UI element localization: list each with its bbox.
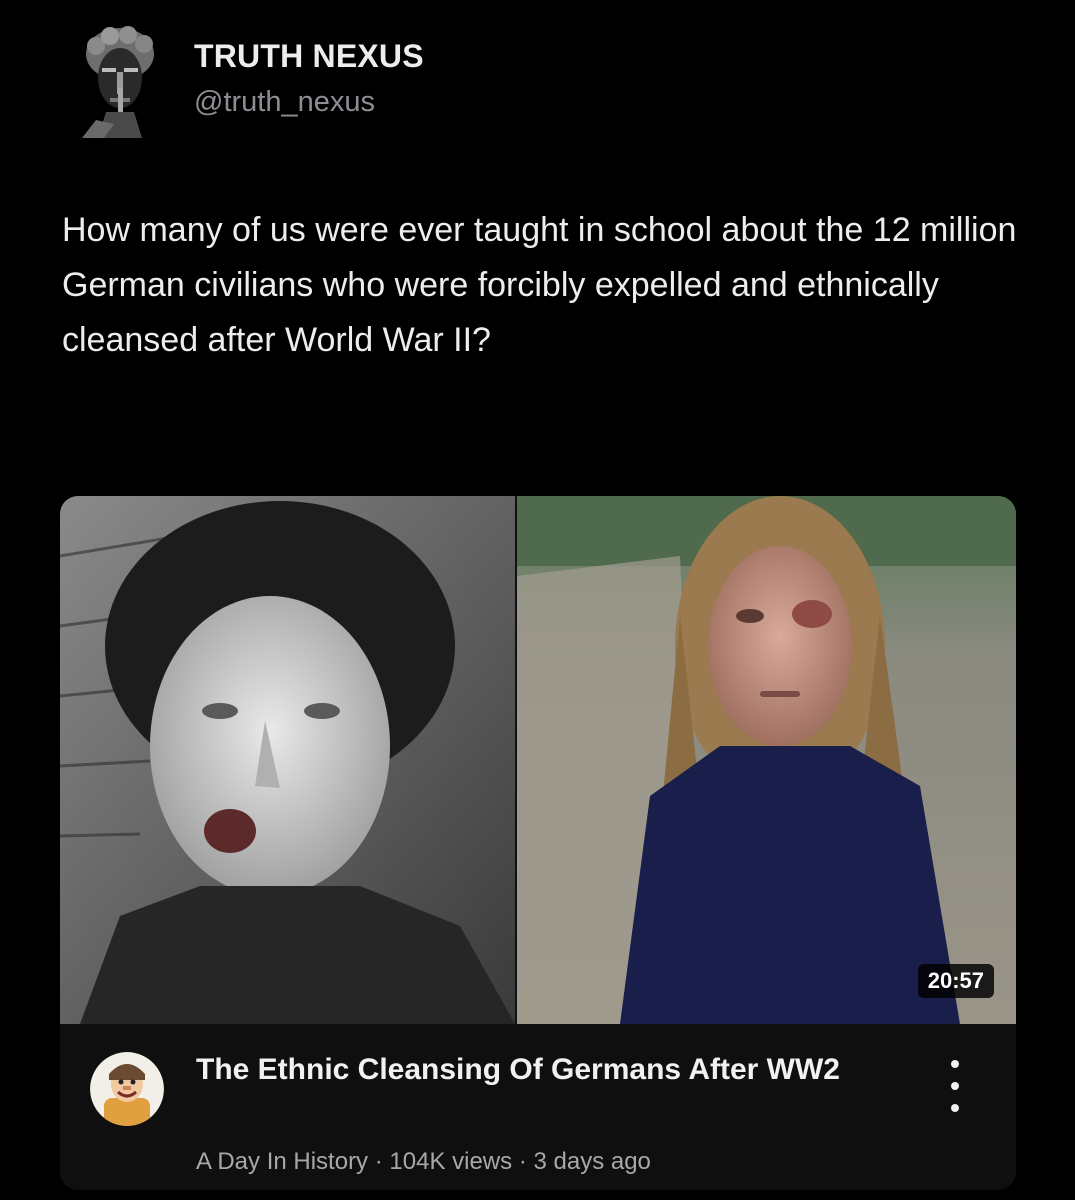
author-handle[interactable]: @truth_nexus xyxy=(194,86,375,119)
post-text: How many of us were ever taught in schoo… xyxy=(62,211,1017,359)
video-thumbnail[interactable]: 20:57 xyxy=(60,496,1016,1024)
vertical-ellipsis-icon xyxy=(951,1104,959,1112)
more-options-button[interactable] xyxy=(940,1060,970,1112)
video-meta: A Day In History · 104K views · 3 days a… xyxy=(196,1148,651,1176)
vertical-ellipsis-icon xyxy=(951,1060,959,1068)
channel-name[interactable]: A Day In History xyxy=(196,1148,368,1175)
upload-age: 3 days ago xyxy=(533,1148,651,1175)
video-card[interactable]: 20:57 The Ethnic Cleansing Of Germans Af… xyxy=(60,496,1016,1190)
author-avatar[interactable] xyxy=(74,20,166,138)
author-name[interactable]: TRUTH NEXUS xyxy=(194,38,424,75)
channel-avatar[interactable] xyxy=(90,1052,164,1126)
video-title[interactable]: The Ethnic Cleansing Of Germans After WW… xyxy=(196,1050,896,1090)
video-info: The Ethnic Cleansing Of Germans After WW… xyxy=(60,1024,1016,1190)
meta-separator: · xyxy=(518,1148,527,1175)
vertical-ellipsis-icon xyxy=(951,1082,959,1090)
video-duration: 20:57 xyxy=(917,964,994,998)
thumbnail-image xyxy=(60,496,1016,1024)
meta-separator: · xyxy=(374,1148,383,1175)
statue-head-icon xyxy=(74,20,166,138)
cartoon-character-icon xyxy=(90,1052,164,1126)
view-count: 104K views xyxy=(389,1148,513,1175)
